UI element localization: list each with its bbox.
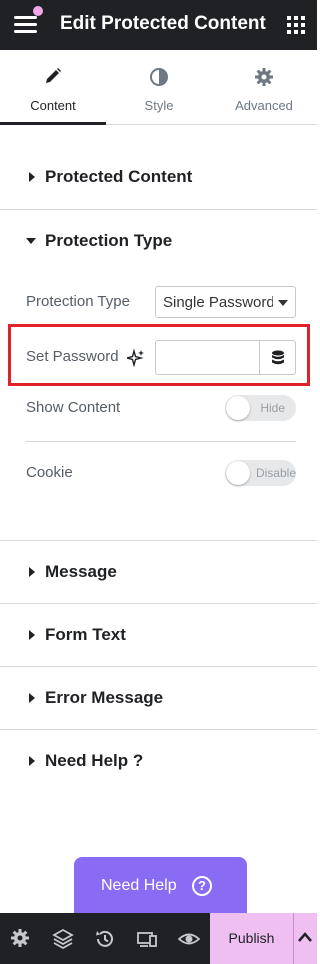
section-protected-content[interactable]: Protected Content <box>0 146 317 208</box>
show-content-label: Show Content <box>26 399 121 416</box>
protection-type-label: Protection Type <box>26 293 130 310</box>
section-error-message[interactable]: Error Message <box>0 667 317 729</box>
layers-icon[interactable] <box>52 928 74 950</box>
ai-sparkle-icon[interactable] <box>124 348 145 372</box>
divider <box>26 441 296 442</box>
editor-panel: Edit Protected Content Content Style Adv… <box>0 0 317 964</box>
section-title: Protected Content <box>45 167 193 186</box>
toggle-text: Disable <box>255 466 296 480</box>
section-title: Form Text <box>45 625 126 644</box>
need-help-button[interactable]: Need Help ? <box>74 857 247 913</box>
widgets-grid-icon[interactable] <box>287 16 305 34</box>
cookie-toggle[interactable]: Disable <box>225 460 296 486</box>
pencil-icon <box>0 67 106 87</box>
gear-icon <box>211 67 317 87</box>
caret-right-icon <box>29 172 35 182</box>
publish-options-button[interactable] <box>293 913 317 964</box>
caret-right-icon <box>29 756 35 766</box>
preview-icon[interactable] <box>177 928 201 950</box>
panel-tabs: Content Style Advanced <box>0 50 317 125</box>
section-protection-type[interactable]: Protection Type <box>0 210 317 272</box>
dynamic-tags-button[interactable] <box>259 340 296 375</box>
tab-advanced[interactable]: Advanced <box>211 50 317 125</box>
publish-label: Publish <box>228 930 275 946</box>
show-content-toggle[interactable]: Hide <box>225 395 296 421</box>
panel-title: Edit Protected Content <box>60 13 266 34</box>
caret-right-icon <box>29 693 35 703</box>
section-title: Protection Type <box>45 231 173 250</box>
publish-button[interactable]: Publish <box>210 913 293 964</box>
need-help-label: Need Help <box>101 877 177 894</box>
section-message[interactable]: Message <box>0 541 317 603</box>
protection-type-value: Single Password <box>163 294 273 311</box>
caret-right-icon <box>29 630 35 640</box>
bottom-toolbar: Publish <box>0 913 317 964</box>
tab-advanced-label: Advanced <box>235 98 293 113</box>
caret-right-icon <box>29 567 35 577</box>
chevron-down-icon <box>278 300 288 306</box>
tab-content[interactable]: Content <box>0 50 106 125</box>
section-form-text[interactable]: Form Text <box>0 604 317 666</box>
menu-icon[interactable] <box>14 14 38 34</box>
protection-type-select[interactable]: Single Password <box>155 286 296 318</box>
notification-dot <box>33 6 43 16</box>
section-title: Message <box>45 562 117 581</box>
section-need-help[interactable]: Need Help ? <box>0 730 317 792</box>
toggle-text: Hide <box>260 401 285 415</box>
contrast-icon <box>106 67 212 87</box>
set-password-input[interactable] <box>155 340 261 375</box>
section-title: Need Help ? <box>45 751 144 770</box>
cookie-label: Cookie <box>26 464 73 481</box>
toggle-knob <box>226 461 250 485</box>
responsive-icon[interactable] <box>136 928 158 950</box>
question-circle-icon: ? <box>192 876 212 896</box>
section-title: Error Message <box>45 688 164 707</box>
database-icon <box>272 350 284 365</box>
tab-style-label: Style <box>144 98 174 113</box>
history-icon[interactable] <box>94 928 116 950</box>
tab-style[interactable]: Style <box>106 50 212 125</box>
toggle-knob <box>226 396 250 420</box>
settings-icon[interactable] <box>10 928 32 950</box>
tab-content-label: Content <box>30 98 76 113</box>
caret-down-icon <box>26 238 36 244</box>
panel-header: Edit Protected Content <box>0 0 317 50</box>
set-password-label: Set Password <box>26 348 119 365</box>
chevron-up-icon <box>298 932 312 942</box>
